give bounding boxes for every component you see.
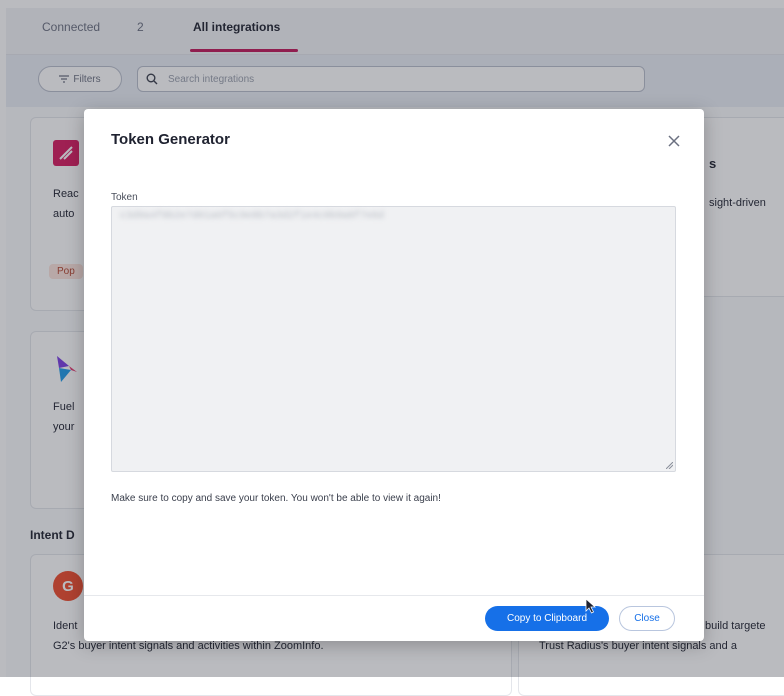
token-generator-dialog: Token Generator Token c3d9a4f8b2e7d01a6f… [84, 109, 704, 641]
close-icon[interactable] [662, 129, 686, 153]
resize-handle-icon[interactable] [666, 462, 673, 469]
token-label: Token [111, 192, 138, 203]
dialog-title: Token Generator [111, 131, 230, 148]
token-textarea[interactable]: c3d9a4f8b2e7d01a6f5c9e8b7a3d2f1e4c0b9a8f… [111, 206, 676, 472]
token-value: c3d9a4f8b2e7d01a6f5c9e8b7a3d2f1e4c0b9a8f… [120, 211, 385, 222]
token-warning: Make sure to copy and save your token. Y… [111, 493, 441, 504]
footer-divider [84, 595, 704, 596]
mouse-cursor-icon [585, 598, 597, 614]
close-button[interactable]: Close [619, 606, 675, 631]
